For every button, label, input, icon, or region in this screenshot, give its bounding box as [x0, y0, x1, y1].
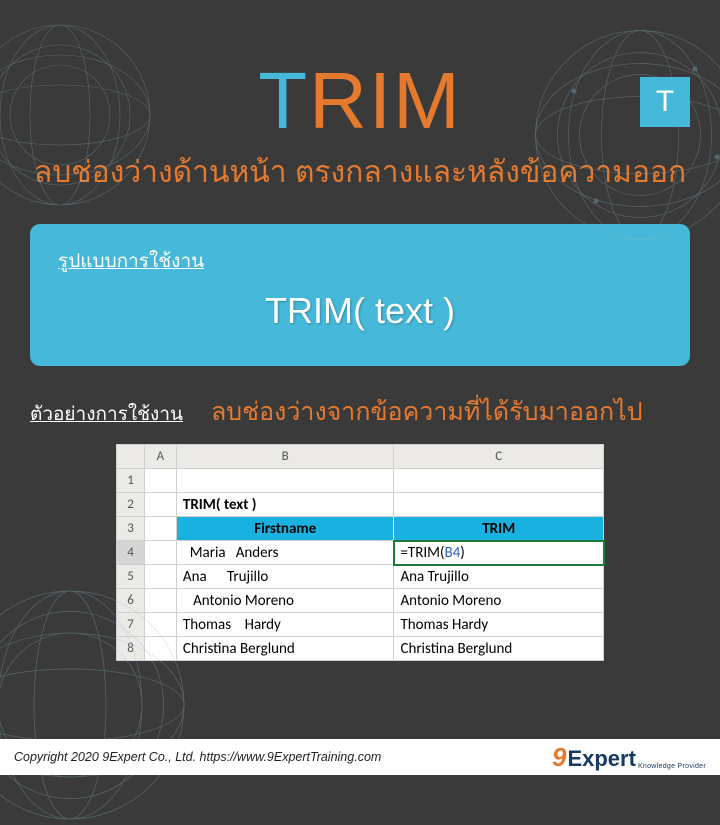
cell: [145, 637, 177, 661]
sheet-row: 6 Antonio Moreno Antonio Moreno: [117, 589, 604, 613]
cell: [145, 541, 177, 565]
cell: Christina Berglund: [394, 637, 604, 661]
cell: [177, 469, 395, 493]
example-header: ตัวอย่างการใช้งาน ลบช่องว่างจากข้อความที…: [30, 392, 690, 432]
row-header: 1: [117, 469, 145, 493]
row-header: 7: [117, 613, 145, 637]
cell: [394, 493, 604, 517]
syntax-body: TRIM( text ): [58, 290, 662, 332]
copyright-text: Copyright 2020 9Expert Co., Ltd. https:/…: [14, 750, 381, 764]
title-rest: RIM: [309, 56, 462, 145]
sheet-corner: [117, 445, 145, 469]
row-header: 3: [117, 517, 145, 541]
sheet-row: 7 Thomas Hardy Thomas Hardy: [117, 613, 604, 637]
sheet-row: 4 Maria Anders =TRIM(B4): [117, 541, 604, 565]
cell: Thomas Hardy: [394, 613, 604, 637]
cell: [145, 613, 177, 637]
logo-nine: 9: [552, 742, 566, 773]
cell: Antonio Moreno: [177, 589, 395, 613]
cell: Christina Berglund: [177, 637, 395, 661]
sheet-row: 8 Christina Berglund Christina Berglund: [117, 637, 604, 661]
cell: Maria Anders: [177, 541, 395, 565]
active-cell-formula: =TRIM(B4): [394, 541, 604, 565]
cell: Ana Trujillo: [394, 565, 604, 589]
page-subtitle: ลบช่องว่างด้านหน้า ตรงกลางและหลังข้อความ…: [0, 149, 720, 196]
col-header: B: [177, 445, 395, 469]
cell: Ana Trujillo: [177, 565, 395, 589]
title-first-letter: T: [258, 56, 309, 145]
cell: [394, 469, 604, 493]
cell-title: TRIM( text ): [177, 493, 395, 517]
col-header-row: A B C: [117, 445, 604, 469]
cell: Thomas Hardy: [177, 613, 395, 637]
cell: [145, 517, 177, 541]
footer: Copyright 2020 9Expert Co., Ltd. https:/…: [0, 739, 720, 775]
page-title: TRIM: [0, 55, 720, 147]
sheet-row: 3 Firstname TRIM: [117, 517, 604, 541]
col-header: A: [145, 445, 177, 469]
syntax-card: รูปแบบการใช้งาน TRIM( text ): [30, 224, 690, 366]
example-description: ลบช่องว่างจากข้อความที่ได้รับมาออกไป: [211, 392, 643, 432]
table-header: Firstname: [177, 517, 395, 541]
row-header: 6: [117, 589, 145, 613]
cell: Antonio Moreno: [394, 589, 604, 613]
sheet-row: 1: [117, 469, 604, 493]
row-header: 8: [117, 637, 145, 661]
cell: [145, 493, 177, 517]
syntax-label: รูปแบบการใช้งาน: [58, 246, 662, 276]
row-header: 2: [117, 493, 145, 517]
spreadsheet: A B C 1 2 TRIM( text ) 3 Firstname TRIM …: [116, 444, 604, 661]
table-header: TRIM: [394, 517, 604, 541]
cell: [145, 565, 177, 589]
sheet-row: 2 TRIM( text ): [117, 493, 604, 517]
example-label: ตัวอย่างการใช้งาน: [30, 399, 183, 429]
brand-logo: 9 Expert Knowledge Provider: [552, 742, 706, 773]
cell: [145, 589, 177, 613]
cell: [145, 469, 177, 493]
col-header: C: [394, 445, 604, 469]
row-header: 5: [117, 565, 145, 589]
category-badge: T: [640, 77, 690, 127]
logo-tagline: Knowledge Provider: [638, 763, 706, 770]
sheet-row: 5 Ana Trujillo Ana Trujillo: [117, 565, 604, 589]
logo-expert: Expert: [567, 746, 635, 772]
row-header: 4: [117, 541, 145, 565]
